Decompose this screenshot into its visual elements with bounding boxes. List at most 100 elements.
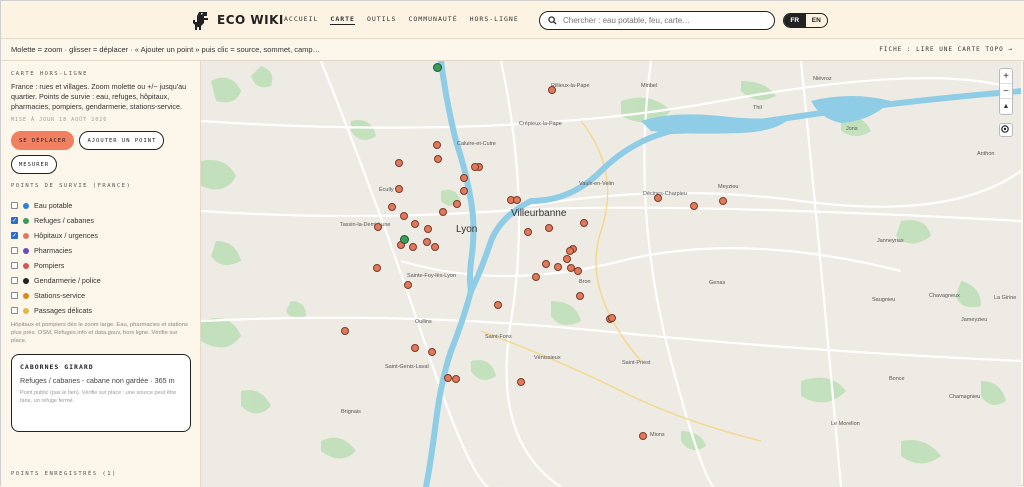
nav-communaute[interactable]: Communauté	[408, 15, 457, 25]
lang-en[interactable]: EN	[806, 14, 828, 27]
top-header: ECO WIKI Accueil Carte Outils Communauté…	[1, 1, 1024, 39]
hospital-marker[interactable]	[424, 225, 432, 233]
layer-checkbox[interactable]	[11, 277, 18, 284]
hospital-marker[interactable]	[654, 194, 662, 202]
layer-checkbox[interactable]	[11, 247, 18, 254]
search-input[interactable]	[563, 16, 763, 25]
hospital-marker[interactable]	[542, 260, 550, 268]
hospital-marker[interactable]	[608, 314, 616, 322]
add-point-button[interactable]: Ajouter un point	[79, 131, 165, 150]
refuge-marker[interactable]	[433, 63, 442, 72]
nav-accueil[interactable]: Accueil	[284, 15, 318, 25]
layer-checkbox[interactable]: ✓	[11, 217, 18, 224]
nav-outils[interactable]: Outils	[367, 15, 396, 25]
place-label: Thil	[753, 105, 762, 111]
hospital-marker[interactable]	[373, 264, 381, 272]
hospital-marker[interactable]	[460, 174, 468, 182]
north-button[interactable]: ▲	[1000, 99, 1012, 114]
layer-color-dot	[23, 307, 29, 314]
hospital-marker[interactable]	[453, 200, 461, 208]
layer-toggle[interactable]: Passages délicats	[11, 303, 190, 318]
place-label: Mions	[650, 432, 665, 438]
hospital-marker[interactable]	[423, 238, 431, 246]
hospital-marker[interactable]	[471, 163, 479, 171]
language-switch: FR EN	[783, 13, 828, 28]
map-canvas[interactable]: Rillieux-la-Pape Miribel Niévroz Thil Jons An…	[201, 61, 1021, 487]
layer-toggle[interactable]: Stations-service	[11, 288, 190, 303]
hospital-marker[interactable]	[433, 141, 441, 149]
lang-fr[interactable]: FR	[784, 14, 806, 27]
layer-checkbox[interactable]	[11, 202, 18, 209]
layer-label: Passages délicats	[34, 306, 92, 315]
hospital-marker[interactable]	[580, 219, 588, 227]
layer-color-dot	[23, 217, 29, 224]
hospital-marker[interactable]	[341, 327, 349, 335]
hospital-marker[interactable]	[395, 159, 403, 167]
hospital-marker[interactable]	[395, 185, 403, 193]
layer-checkbox[interactable]	[11, 307, 18, 314]
hospital-marker[interactable]	[374, 223, 382, 231]
layer-checkbox[interactable]: ✓	[11, 232, 18, 239]
place-label: Jons	[846, 126, 858, 132]
hospital-marker[interactable]	[434, 155, 442, 163]
layer-checkbox[interactable]	[11, 262, 18, 269]
hospital-marker[interactable]	[554, 263, 562, 271]
selected-point-card: Cabornes Girard Refuges / cabanes - caba…	[11, 354, 191, 432]
logo[interactable]: ECO WIKI	[193, 7, 284, 33]
hospital-marker[interactable]	[548, 86, 556, 94]
place-label: Niévroz	[813, 76, 832, 82]
hospital-marker[interactable]	[719, 197, 727, 205]
hospital-marker[interactable]	[513, 196, 521, 204]
move-button[interactable]: Se déplacer	[11, 131, 75, 150]
hospital-marker[interactable]	[439, 208, 447, 216]
hospital-marker[interactable]	[388, 203, 396, 211]
place-label: Sainte-Foy-lès-Lyon	[407, 273, 457, 279]
hospital-marker[interactable]	[404, 281, 412, 289]
zoom-out-button[interactable]: −	[1000, 84, 1012, 99]
hospital-marker[interactable]	[517, 378, 525, 386]
hospital-marker[interactable]	[444, 374, 452, 382]
hospital-marker[interactable]	[566, 247, 574, 255]
refuge-marker[interactable]	[400, 235, 409, 244]
locate-button[interactable]	[999, 123, 1013, 137]
hospital-marker[interactable]	[400, 212, 408, 220]
nav-hors-ligne[interactable]: Hors-ligne	[470, 15, 519, 25]
app-window: ECO WIKI Accueil Carte Outils Communauté…	[0, 0, 1024, 487]
layer-toggle[interactable]: Gendarmerie / police	[11, 273, 190, 288]
topo-sheet-link[interactable]: Fiche : lire une carte topo →	[879, 46, 1013, 53]
place-label: Miribel	[641, 83, 658, 89]
hospital-marker[interactable]	[460, 187, 468, 195]
layer-toggle[interactable]: Eau potable	[11, 198, 190, 213]
nav-carte[interactable]: Carte	[330, 15, 355, 25]
hospital-marker[interactable]	[639, 432, 647, 440]
place-label: Chamagnieu	[949, 394, 981, 400]
hospital-marker[interactable]	[576, 292, 584, 300]
place-label: Saugnieu	[872, 297, 896, 303]
hospital-marker[interactable]	[574, 267, 582, 275]
hospital-marker[interactable]	[494, 301, 502, 309]
hospital-marker[interactable]	[532, 273, 540, 281]
layer-toggle[interactable]: Pharmacies	[11, 243, 190, 258]
hospital-marker[interactable]	[411, 344, 419, 352]
hospital-marker[interactable]	[452, 375, 460, 383]
layers-title: Points de survie (France)	[11, 183, 132, 189]
layer-checkbox[interactable]	[11, 292, 18, 299]
measure-button[interactable]: Mesurer	[11, 155, 58, 174]
card-note: Point public (pas le tien). Vérifie sur …	[20, 390, 177, 404]
layer-toggle[interactable]: ✓ Hôpitaux / urgences	[11, 228, 190, 243]
hospital-marker[interactable]	[545, 224, 553, 232]
hospital-marker[interactable]	[690, 202, 698, 210]
hospital-marker[interactable]	[428, 348, 436, 356]
hospital-marker[interactable]	[524, 228, 532, 236]
hospital-marker[interactable]	[563, 255, 571, 263]
hospital-marker[interactable]	[411, 220, 419, 228]
layer-toggle[interactable]: ✓ Refuges / cabanes	[11, 213, 190, 228]
zoom-in-button[interactable]: +	[1000, 69, 1012, 84]
layer-color-dot	[23, 232, 29, 239]
layers-note: Hôpitaux et pompiers dès le zoom large. …	[11, 322, 188, 344]
hospital-marker[interactable]	[409, 243, 417, 251]
place-label: La Girine	[994, 295, 1017, 301]
place-label: Le Morellon	[831, 421, 860, 427]
layer-toggle[interactable]: Pompiers	[11, 258, 190, 273]
hospital-marker[interactable]	[431, 243, 439, 251]
